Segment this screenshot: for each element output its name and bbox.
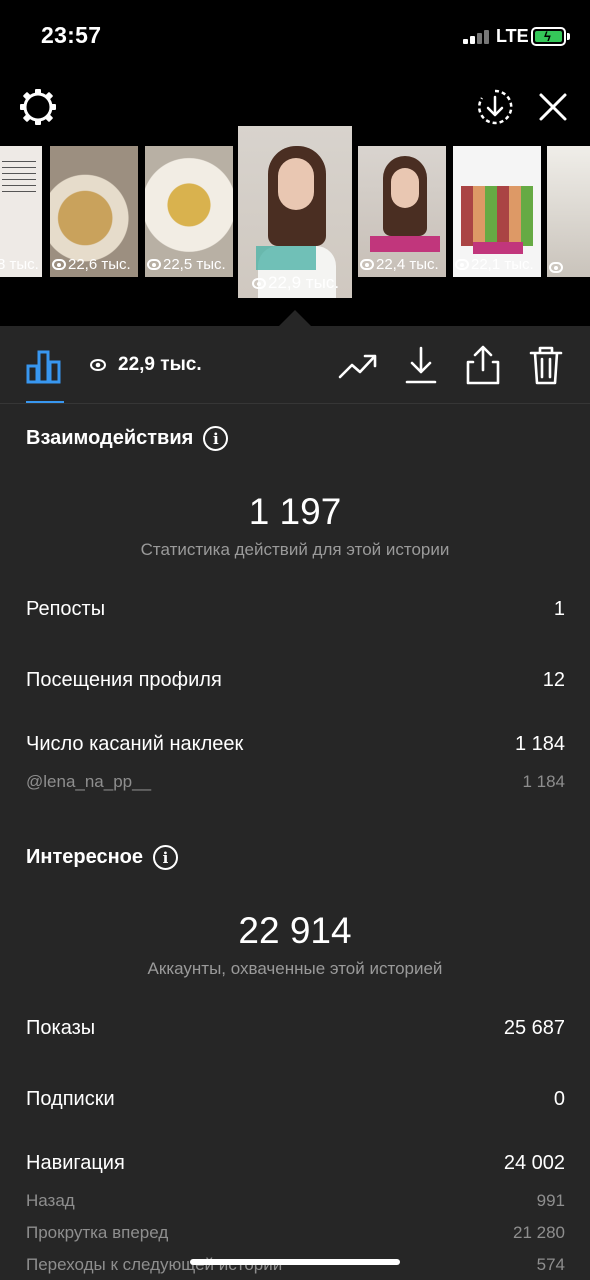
download-icon[interactable]	[404, 346, 438, 386]
stat-value: 12	[542, 669, 565, 691]
story-strip[interactable]: 8 тыс. 22,6 тыс. 22,5 тыс. 22,9 тыс. 22,…	[0, 126, 590, 298]
stat-value: 21 280	[513, 1223, 565, 1242]
bar-chart-icon[interactable]	[26, 348, 62, 384]
insights-panel: 22,9 тыс. Взаимодействия i 1 197 Статист…	[0, 326, 590, 1280]
stat-label: Число касаний наклеек	[26, 733, 244, 755]
story-thumbnail[interactable]: 22,6 тыс.	[50, 146, 138, 277]
stat-label: Переходы к следующей истории	[26, 1255, 283, 1274]
battery-icon: ϟ	[531, 27, 570, 46]
stat-row-reposts: Репосты 1	[26, 598, 565, 621]
stat-subrow-sticker-account: @lena_na_pp__ 1 184	[26, 772, 565, 792]
tab-indicator	[26, 401, 64, 403]
views-summary: 22,9 тыс.	[90, 354, 202, 376]
story-views: 22,6 тыс.	[68, 256, 131, 273]
home-indicator[interactable]	[190, 1259, 400, 1265]
active-story-pointer	[279, 310, 311, 326]
interactions-title: Взаимодействия i	[26, 426, 229, 451]
story-views: 22,5 тыс.	[163, 256, 226, 273]
stat-row-impressions: Показы 25 687	[26, 1017, 565, 1040]
stat-value: 1 184	[514, 733, 565, 755]
interactions-subtitle: Статистика действий для этой истории	[140, 540, 450, 559]
stat-label: Назад	[26, 1191, 75, 1210]
stat-label: Навигация	[26, 1152, 125, 1174]
story-thumbnail[interactable]: 8 тыс.	[0, 146, 42, 277]
stat-label: Показы	[26, 1017, 96, 1039]
stat-value: 1	[553, 598, 565, 620]
stat-row-profile-visits: Посещения профиля 12	[26, 669, 565, 692]
discovery-subtitle: Аккаунты, охваченные этой историей	[147, 959, 443, 978]
network-label: LTE	[496, 26, 529, 46]
signal-icon	[463, 30, 491, 44]
gear-icon[interactable]	[18, 87, 58, 127]
interactions-total: 1 197	[248, 491, 342, 532]
stat-label: Прокрутка вперед	[26, 1223, 169, 1242]
views-count: 22,9 тыс.	[118, 354, 202, 375]
stat-value: 574	[536, 1255, 565, 1274]
story-views: 22,1 тыс.	[471, 256, 534, 273]
story-views: 22,4 тыс.	[376, 256, 439, 273]
stat-row-follows: Подписки 0	[26, 1088, 565, 1111]
stat-label: Подписки	[26, 1088, 115, 1110]
stat-value: 991	[536, 1191, 565, 1210]
close-icon[interactable]	[538, 92, 568, 122]
insights-toolbar: 22,9 тыс.	[0, 326, 590, 404]
stat-subrow-back: Назад 991	[26, 1191, 565, 1211]
stat-subrow-next-story: Переходы к следующей истории 574	[26, 1255, 565, 1275]
discovery-title: Интересное i	[26, 845, 178, 870]
story-views: 22,9 тыс.	[268, 273, 340, 292]
status-bar: 23:57 LTE ϟ	[0, 0, 590, 70]
story-thumbnail[interactable]	[547, 146, 590, 277]
story-thumbnail[interactable]: 22,4 тыс.	[358, 146, 446, 277]
stat-subrow-forward: Прокрутка вперед 21 280	[26, 1223, 565, 1243]
download-circle-icon[interactable]	[476, 88, 514, 126]
stat-value: 1 184	[522, 772, 565, 791]
trash-icon[interactable]	[528, 344, 564, 386]
info-icon[interactable]: i	[153, 845, 178, 870]
stat-value: 24 002	[503, 1152, 565, 1174]
story-views: 8 тыс.	[0, 256, 39, 273]
stat-label: Посещения профиля	[26, 669, 222, 691]
story-thumbnail[interactable]: 22,5 тыс.	[145, 146, 233, 277]
stat-value: 0	[553, 1088, 565, 1110]
trend-icon[interactable]	[338, 351, 378, 381]
info-icon[interactable]: i	[203, 426, 229, 451]
discovery-heading: Интересное	[26, 846, 143, 868]
stat-value: 25 687	[503, 1017, 565, 1039]
share-icon[interactable]	[465, 344, 501, 386]
story-thumbnail[interactable]: 22,1 тыс.	[453, 146, 541, 277]
interactions-heading: Взаимодействия	[26, 427, 194, 449]
eye-icon	[90, 359, 106, 371]
stat-row-sticker-taps: Число касаний наклеек 1 184	[26, 733, 565, 756]
stat-row-navigation: Навигация 24 002	[26, 1152, 565, 1175]
stat-label: @lena_na_pp__	[26, 772, 152, 791]
story-thumbnail-active[interactable]: 22,9 тыс.	[238, 126, 352, 298]
discovery-total: 22 914	[238, 910, 352, 951]
status-time: 23:57	[41, 22, 102, 48]
stat-label: Репосты	[26, 598, 106, 620]
